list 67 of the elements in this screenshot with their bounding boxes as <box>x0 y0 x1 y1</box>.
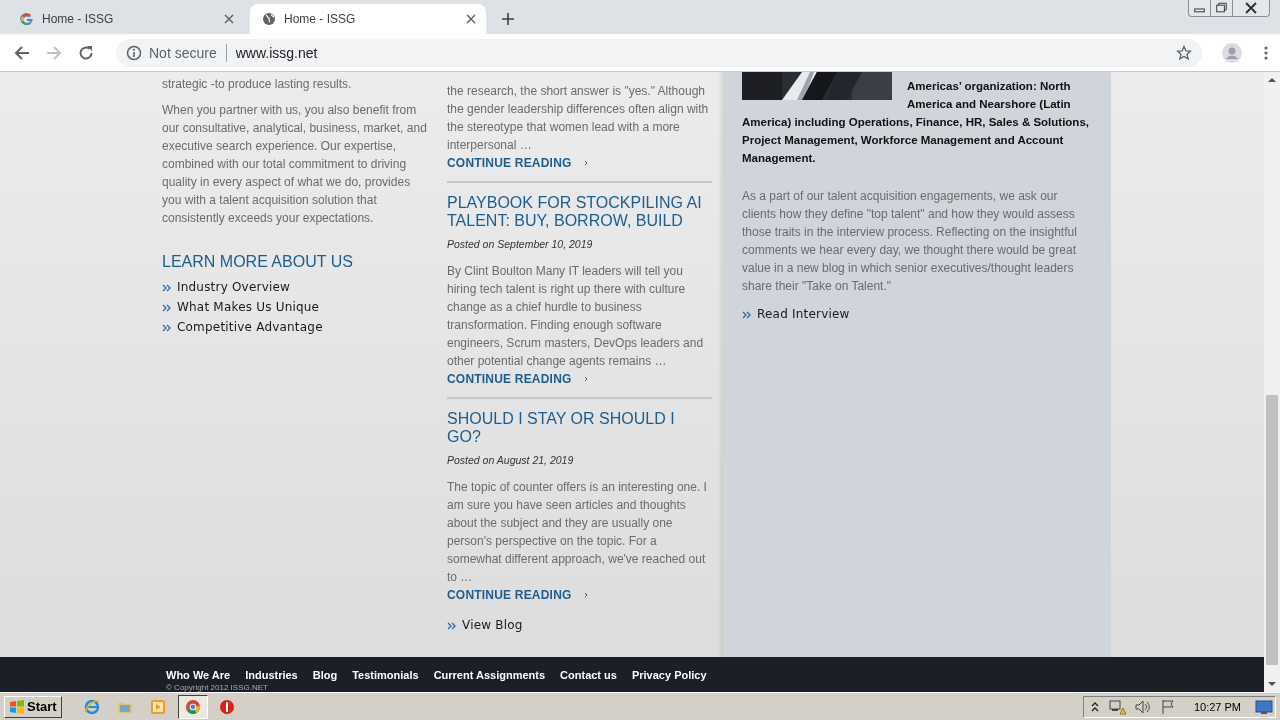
close-icon[interactable] <box>224 14 234 24</box>
show-desktop-icon[interactable] <box>1255 698 1273 715</box>
chevron-right-icon <box>583 592 588 598</box>
post-excerpt: the research, the short answer is "yes." Although the gender leadership differences often align with the stereotype that women lead with a more interpersonal … <box>447 83 710 154</box>
security-label: Not secure <box>149 44 217 61</box>
double-chevron-icon <box>447 620 456 631</box>
browser-tab[interactable]: Home - ISSG <box>250 4 486 34</box>
url-text: www.issg.net <box>235 44 318 61</box>
chevron-right-icon <box>583 160 588 166</box>
clock-time: 10:27 PM <box>1193 700 1241 713</box>
about-link[interactable]: Industry Overview <box>177 280 291 294</box>
continue-reading-link[interactable]: CONTINUE READING <box>447 588 588 602</box>
footer-link[interactable]: Industries <box>245 668 298 682</box>
footer-link[interactable]: Who We Are <box>166 668 231 682</box>
info-icon[interactable] <box>126 44 142 61</box>
menu-icon[interactable] <box>1264 44 1268 61</box>
post-title-link[interactable]: SHOULD I STAY OR SHOULD I GO? <box>447 410 712 446</box>
profile-avatar-icon[interactable] <box>1222 42 1242 63</box>
chrome-logo-icon[interactable] <box>183 697 202 716</box>
read-interview-link[interactable]: Read Interview <box>757 307 850 321</box>
footer-link[interactable]: Contact us <box>560 668 617 682</box>
bookmark-star-icon[interactable] <box>1176 44 1192 61</box>
speaker-icon[interactable] <box>1133 698 1152 715</box>
body-paragraph: When you partner with us, you also benefit from our consultative, analytical, business, market, and executive search experience. Our expertise, combined with our total commitment to driving quality in every aspect of what we do, provides you with a talent acquisition solution that consistently exceeds your expectations. <box>162 102 428 227</box>
scrollbar[interactable] <box>1264 72 1280 692</box>
post-date: Posted on September 10, 2019 <box>447 238 594 250</box>
footer-link[interactable]: Privacy Policy <box>631 668 707 682</box>
browser-tab[interactable]: Home - ISSG <box>8 4 244 34</box>
about-link[interactable]: Competitive Advantage <box>177 320 323 334</box>
reload-icon[interactable] <box>78 44 94 61</box>
post-excerpt: The topic of counter offers is an interesting one. I am sure you have seen articles and thoughts about the subject and they are usually one person's perspective on the topic. For a somewhat different approach, we've reached out to … <box>447 479 708 586</box>
address-bar[interactable]: Not secure www.issg.net <box>116 38 1202 67</box>
start-button[interactable]: Start <box>4 695 62 718</box>
flag-icon[interactable] <box>1159 698 1176 715</box>
new-tab-icon[interactable] <box>502 13 514 25</box>
double-chevron-icon <box>162 322 171 333</box>
double-chevron-icon <box>162 302 171 313</box>
footer-link[interactable]: Testimonials <box>352 668 419 682</box>
tab-title: Home - ISSG <box>42 12 115 26</box>
post-excerpt: By Clint Boulton Many IT leaders will tell you hiring tech talent is right up there with culture change as a chief hurdle to business transformation. Finding enough software engineers, Scrum masters, DevOps leaders and other potential change agents remains … <box>447 263 705 370</box>
continue-reading-link[interactable]: CONTINUE READING <box>447 156 588 170</box>
footer-link[interactable]: Current Assignments <box>433 668 546 682</box>
post-date: Posted on August 21, 2019 <box>447 454 575 466</box>
scroll-thumb[interactable] <box>1266 395 1278 665</box>
tab-title: Home - ISSG <box>284 12 357 26</box>
bio-text: America) including Operations, Finance, HR, Sales & Solutions, Project Management, Workforce Management and Account Management. <box>742 115 1090 166</box>
tray-expand-icon[interactable] <box>1089 700 1100 713</box>
footer-link[interactable]: Blog <box>312 668 338 682</box>
double-chevron-icon <box>742 309 751 320</box>
view-blog-link[interactable]: View Blog <box>462 618 523 632</box>
double-chevron-icon <box>162 282 171 293</box>
copyright-text: © Copyright 2012 ISSG.NET <box>166 683 269 692</box>
close-icon[interactable] <box>466 14 476 24</box>
google-logo-icon <box>20 12 34 26</box>
back-icon[interactable] <box>14 44 30 61</box>
body-paragraph: As a part of our talent acquisition engagements, we ask our clients how they define "top talent" and how they would assess those traits in the interview process. Reflecting on the insightful comments we hear every day, we thought there would be great value in a new blog in which senior executives/thought leaders share their "Take on Talent." <box>742 188 1078 295</box>
globe-icon <box>262 12 276 26</box>
chevron-right-icon <box>583 376 588 382</box>
section-heading: LEARN MORE ABOUT US <box>162 253 354 271</box>
bio-text: Americas’ organization: North America and Nearshore (Latin <box>907 79 1072 112</box>
post-title-link[interactable]: PLAYBOOK FOR STOCKPILING AI TALENT: BUY, BORROW, BUILD <box>447 194 712 230</box>
body-paragraph: strategic -to produce lasting results. <box>162 76 353 93</box>
network-warning-icon[interactable] <box>1107 698 1126 715</box>
windows-logo-icon <box>9 698 25 715</box>
about-link[interactable]: What Makes Us Unique <box>177 300 320 314</box>
continue-reading-link[interactable]: CONTINUE READING <box>447 372 588 386</box>
stop-sign-icon[interactable] <box>218 697 237 716</box>
